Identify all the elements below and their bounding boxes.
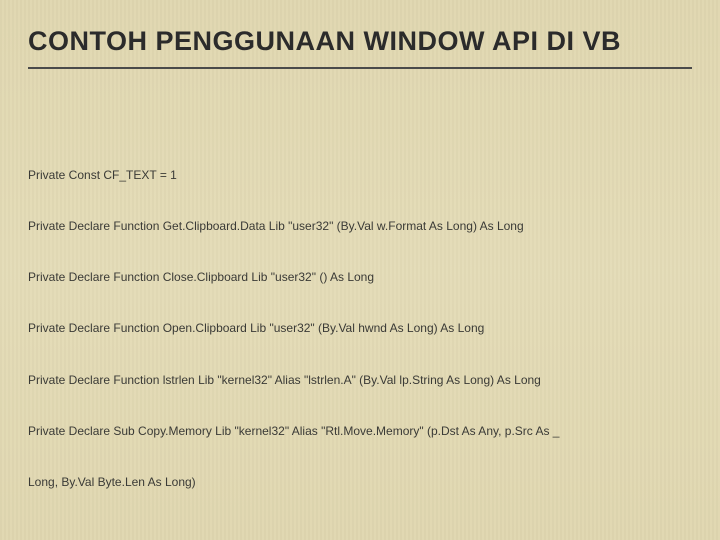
code-line: Private Const CF_TEXT = 1 [28,167,692,184]
declarations-block: Private Const CF_TEXT = 1 Private Declar… [28,133,692,525]
code-line: Private Declare Function Get.Clipboard.D… [28,218,692,235]
code-line: Private Declare Function Open.Clipboard … [28,320,692,337]
code-line: Private Declare Function lstrlen Lib "ke… [28,372,692,389]
code-line: Private Declare Sub Copy.Memory Lib "ker… [28,423,692,440]
title-underline [28,67,692,69]
slide-title: CONTOH PENGGUNAAN WINDOW API DI VB [28,26,692,57]
code-line: Private Declare Function Close.Clipboard… [28,269,692,286]
slide-container: CONTOH PENGGUNAAN WINDOW API DI VB Priva… [0,0,720,540]
code-block: Private Const CF_TEXT = 1 Private Declar… [28,99,692,540]
code-line: Long, By.Val Byte.Len As Long) [28,474,692,491]
